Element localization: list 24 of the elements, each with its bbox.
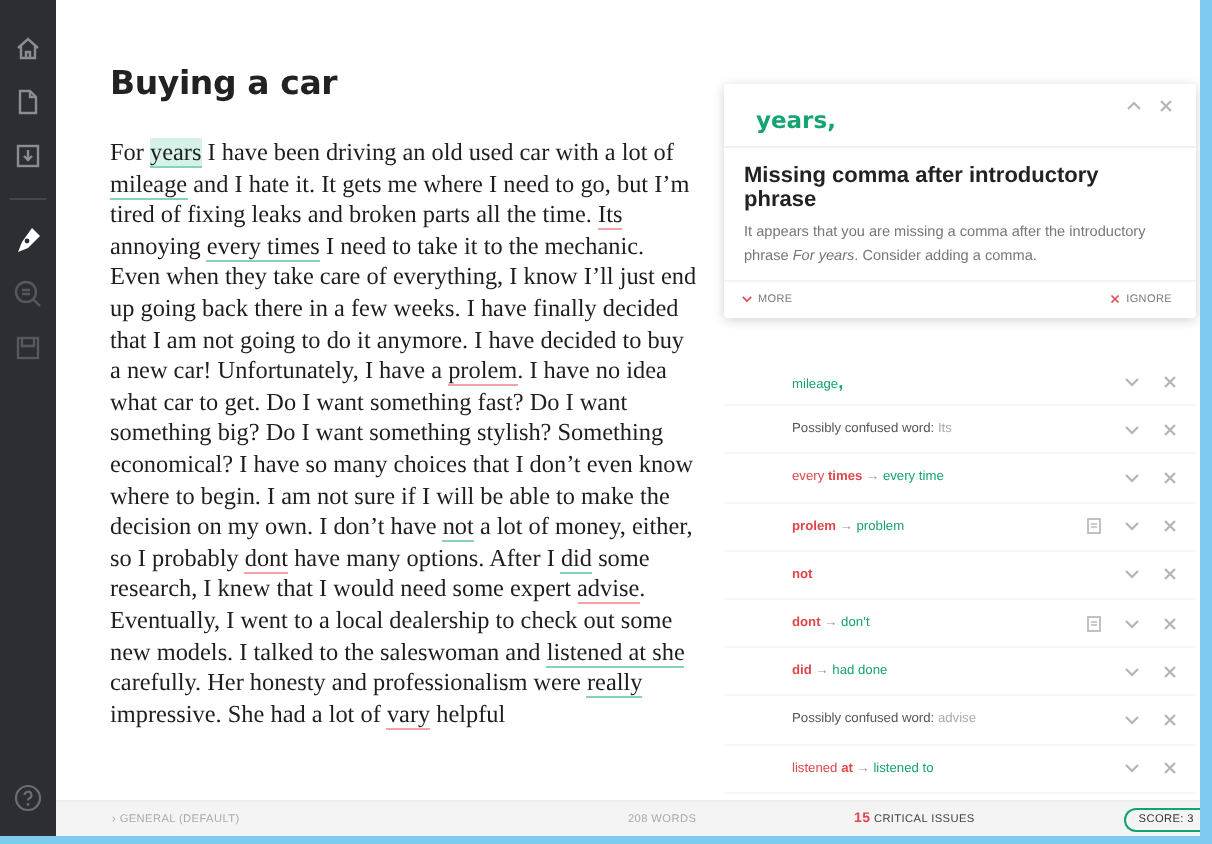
search-icon[interactable] — [12, 278, 44, 310]
close-icon[interactable] — [1160, 613, 1180, 634]
close-icon[interactable] — [1160, 564, 1180, 585]
close-icon[interactable] — [1160, 371, 1180, 392]
dictionary-icon[interactable] — [1084, 516, 1104, 537]
close-icon[interactable] — [1160, 709, 1180, 730]
close-icon[interactable] — [1160, 467, 1180, 488]
close-icon[interactable] — [1160, 419, 1180, 440]
caret-icon[interactable] — [740, 292, 754, 306]
essay-text[interactable]: For years I have been driving an old used car with a lot of mileage and I hate it. It gets me where I need to go, but I’m tired of fixing leaks and broken parts all the time. Its annoying every times I need to take it to the mechanic. Even when they take care of everything, I know I’ll just end up going back there in a few weeks. I have finally decided that I am not going to do it anymore. I have decided to buy a new car! Unfortunately, I have a prolem. I have no idea what car to get. Do I want something fast? Do I want something big? Do I want something stylish? Something economical? I have so many choices that I don’t even know where to begin. I am not sure if I will be able to make the decision on my own. I don’t have not a lot of money, either, so I probably dont have many options. After I did some research, I knew that I would need some expert advise. Eventually, I went to a local dealership to check out some new models. I talked to the saleswoman and listened at she carefully. Her honesty and professionalism were really impressive. She had a lot of vary helpful — [110, 138, 698, 731]
save-icon[interactable] — [12, 332, 44, 364]
dictionary-icon[interactable] — [1084, 613, 1104, 634]
close-icon[interactable] — [1160, 661, 1180, 682]
issue-title: Missing comma after introductory phrase — [744, 164, 1101, 212]
pen-icon[interactable] — [12, 224, 44, 256]
help-icon[interactable] — [12, 782, 44, 814]
close-icon[interactable] — [1156, 96, 1176, 116]
download-icon[interactable] — [12, 140, 44, 172]
close-icon[interactable] — [1108, 292, 1123, 306]
home-icon[interactable] — [12, 32, 44, 64]
suggested-word: years, — [756, 106, 838, 134]
close-icon[interactable] — [1160, 516, 1180, 537]
close-icon[interactable] — [1160, 758, 1180, 779]
document-title: Buying a car — [110, 64, 340, 102]
